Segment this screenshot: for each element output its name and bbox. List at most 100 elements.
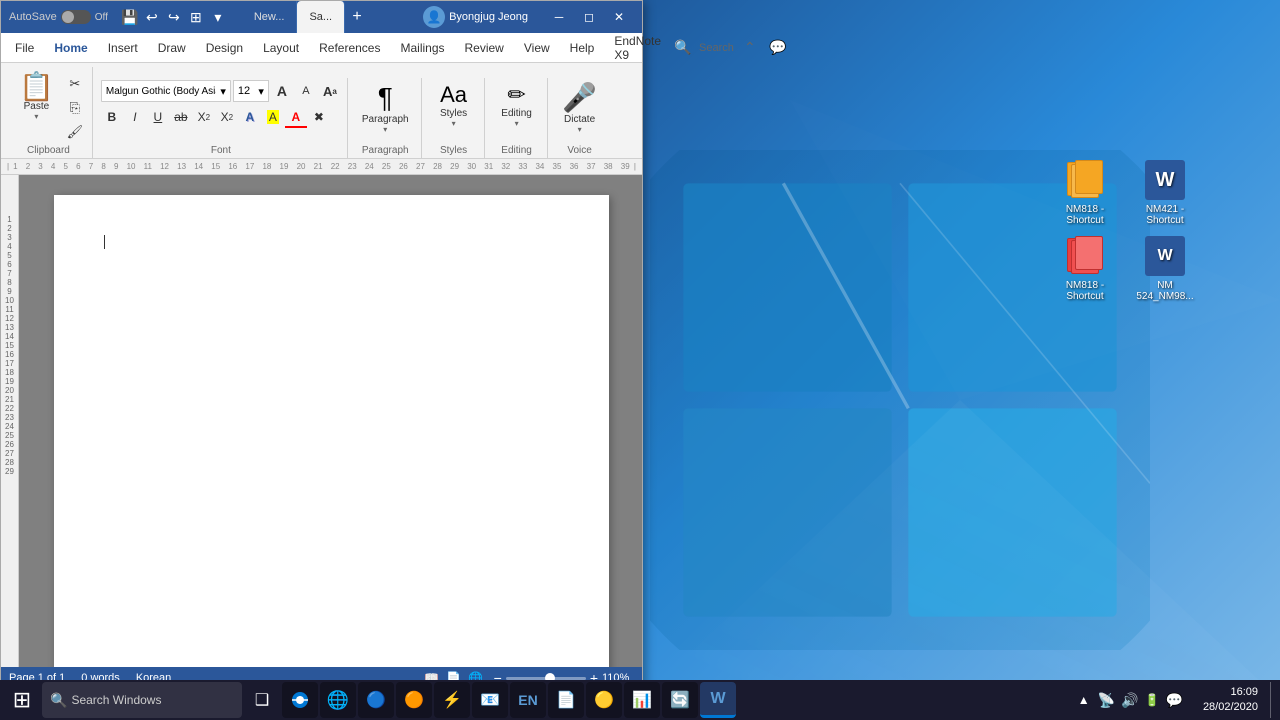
clock-time: 16:09 — [1203, 685, 1258, 700]
grow-font-button[interactable]: A — [271, 80, 293, 102]
show-hidden-icons[interactable]: ▲ — [1076, 682, 1092, 718]
menu-home[interactable]: Home — [44, 34, 97, 62]
task-view-button[interactable]: ❑ — [244, 682, 280, 718]
autosave-toggle[interactable] — [61, 10, 91, 24]
styles-button[interactable]: Aa Styles ▾ — [430, 80, 478, 132]
taskbar-app3[interactable]: ⚡ — [434, 682, 470, 718]
superscript-button[interactable]: X2 — [216, 106, 238, 128]
editing-btn-label: Editing — [501, 108, 532, 119]
redo-icon[interactable]: ↪ — [164, 7, 184, 27]
taskbar-app2[interactable]: 🟠 — [396, 682, 432, 718]
font-group: Malgun Gothic (Body Asian) ▾ 12 ▾ A A Aa — [95, 78, 348, 158]
editing-button[interactable]: ✏ Editing ▾ — [493, 80, 541, 132]
document-page[interactable] — [54, 195, 609, 667]
styles-btn-label: Styles — [440, 108, 467, 119]
volume-icon[interactable]: 🔊 — [1121, 692, 1138, 709]
tabs-area: New... Sa... + — [242, 1, 417, 33]
menu-endnote[interactable]: EndNote X9 — [604, 34, 671, 62]
menu-mailings[interactable]: Mailings — [390, 34, 454, 62]
menu-insert[interactable]: Insert — [98, 34, 148, 62]
desktop: NM818 - Shortcut W NM421 -Shortcut NM81 — [0, 0, 1280, 720]
desktop-icon-nm818-2-label: NM818 -Shortcut — [1066, 280, 1104, 302]
minimize-button[interactable]: ─ — [544, 2, 574, 32]
title-bar-left: AutoSave Off 💾 ↩ ↪ ⊞ ▾ New... — [9, 1, 417, 33]
menu-review[interactable]: Review — [455, 34, 514, 62]
italic-button[interactable]: I — [124, 106, 146, 128]
show-desktop-button[interactable] — [1270, 682, 1276, 718]
desktop-icon-nm421[interactable]: W NM421 -Shortcut — [1130, 160, 1200, 226]
battery-icon: 🔋 — [1145, 693, 1160, 707]
customize-icon[interactable]: ▾ — [208, 7, 228, 27]
ribbon-comments-icon[interactable]: 💬 — [766, 36, 790, 60]
font-selector-row: Malgun Gothic (Body Asian) ▾ 12 ▾ A A Aa — [101, 80, 341, 102]
paste-button[interactable]: 📋 Paste ▾ — [11, 69, 62, 125]
grid-icon[interactable]: ⊞ — [186, 7, 206, 27]
clear-formatting-button[interactable]: ✖ — [308, 106, 330, 128]
quick-access-icons: 💾 ↩ ↪ ⊞ ▾ — [120, 7, 228, 27]
tab-sa[interactable]: Sa... — [297, 1, 345, 33]
format-painter-button[interactable]: 🖌 — [64, 121, 86, 143]
taskbar-edge[interactable] — [282, 682, 318, 718]
change-case-button[interactable]: Aa — [319, 80, 341, 102]
editing-group: ✏ Editing ▾ Editing — [487, 78, 548, 158]
bold-button[interactable]: B — [101, 106, 123, 128]
desktop-icon-nm818-2[interactable]: NM818 -Shortcut — [1050, 236, 1120, 302]
search-label: Search — [699, 42, 734, 54]
editing-icon: ✏ — [507, 84, 525, 106]
clock[interactable]: 16:09 28/02/2020 — [1195, 685, 1266, 716]
font-color-button[interactable]: A — [285, 106, 307, 128]
menu-design[interactable]: Design — [196, 34, 253, 62]
menu-references[interactable]: References — [309, 34, 390, 62]
taskbar-app1[interactable]: 🔵 — [358, 682, 394, 718]
undo-icon[interactable]: ↩ — [142, 7, 162, 27]
dictate-button[interactable]: 🎤 Dictate ▾ — [556, 80, 604, 138]
add-tab-button[interactable]: + — [345, 5, 369, 29]
ribbon-collapse-icon[interactable]: ⌃ — [738, 36, 762, 60]
start-button[interactable]: ⊞ — [4, 682, 40, 718]
clipboard-group: 📋 Paste ▾ ✂ ⎘ 🖌 Clipboard — [5, 67, 93, 158]
menu-layout[interactable]: Layout — [253, 34, 309, 62]
save-icon[interactable]: 💾 — [120, 7, 140, 27]
search-menu-icon[interactable]: 🔍 — [671, 36, 695, 60]
shrink-font-button[interactable]: A — [295, 80, 317, 102]
strikethrough-button[interactable]: ab — [170, 106, 192, 128]
styles-label: Styles — [430, 143, 478, 158]
font-size-selector[interactable]: 12 ▾ — [233, 80, 269, 102]
copy-button[interactable]: ⎘ — [64, 97, 86, 119]
close-button[interactable]: ✕ — [604, 2, 634, 32]
desktop-icon-nm524-label: NM524_NM98... — [1136, 280, 1193, 302]
paragraph-btn-label: Paragraph — [362, 114, 409, 125]
taskbar-app5[interactable]: 📄 — [548, 682, 584, 718]
tab-new[interactable]: New... — [242, 1, 298, 33]
taskbar-endnote[interactable]: EN — [510, 682, 546, 718]
underline-button[interactable]: U — [147, 106, 169, 128]
highlight-color-button[interactable]: A — [262, 106, 284, 128]
menu-bar: File Home Insert Draw Design Layout Refe… — [1, 33, 642, 63]
paragraph-icon: ¶ — [378, 84, 393, 112]
taskbar-ie[interactable]: 🌐 — [320, 682, 356, 718]
text-effects-button[interactable]: A — [239, 106, 261, 128]
menu-file[interactable]: File — [5, 34, 44, 62]
restore-button[interactable]: ◻ — [574, 2, 604, 32]
horizontal-ruler: | 12345678910111213141516171819202122232… — [1, 159, 642, 175]
user-badge[interactable]: 👤 Byongjug Jeong — [417, 4, 534, 30]
menu-help[interactable]: Help — [560, 34, 605, 62]
paragraph-button[interactable]: ¶ Paragraph ▾ — [356, 80, 415, 138]
taskbar-word[interactable]: W — [700, 682, 736, 718]
network-icon[interactable]: 📡 — [1098, 692, 1115, 709]
search-button[interactable]: 🔍 Search Windows — [42, 682, 242, 718]
taskbar-app7[interactable]: 📊 — [624, 682, 660, 718]
taskbar-app6[interactable]: 🟡 — [586, 682, 622, 718]
menu-draw[interactable]: Draw — [148, 34, 196, 62]
menu-view[interactable]: View — [514, 34, 560, 62]
document-area[interactable]: 1234567891011121314151617181920212223242… — [1, 175, 642, 667]
font-name-selector[interactable]: Malgun Gothic (Body Asian) ▾ — [101, 80, 231, 102]
desktop-icon-nm818-1[interactable]: NM818 - Shortcut — [1050, 160, 1120, 226]
action-center-icon[interactable]: 💬 — [1166, 692, 1183, 709]
taskbar-app8[interactable]: 🔄 — [662, 682, 698, 718]
desktop-icon-nm524[interactable]: W NM524_NM98... — [1130, 236, 1200, 302]
cut-button[interactable]: ✂ — [64, 73, 86, 95]
taskbar-app4[interactable]: 📧 — [472, 682, 508, 718]
autosave-status: Off — [95, 12, 108, 23]
subscript-button[interactable]: X2 — [193, 106, 215, 128]
